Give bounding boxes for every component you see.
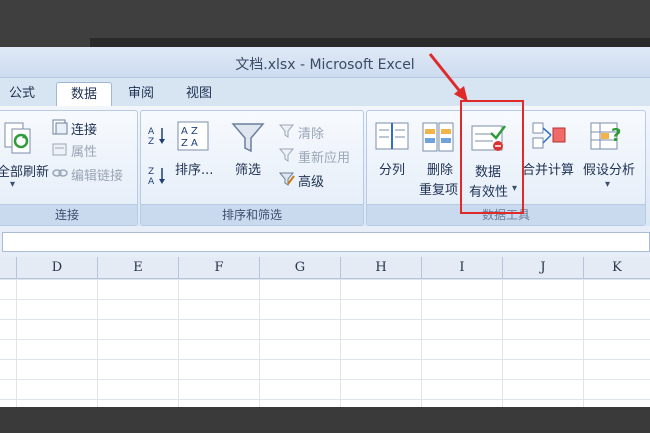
- group-label-connections: 连接: [0, 204, 137, 225]
- tab-data[interactable]: 数据: [56, 82, 112, 107]
- group-connections: 全部刷新 ▾ 连接 属性 编辑链接 连接: [0, 110, 138, 226]
- highlight-box: [460, 100, 524, 214]
- column-header-row: D E F G H I J K: [0, 257, 650, 279]
- edit-links-button[interactable]: 编辑链接: [71, 165, 123, 184]
- sort-descending-icon[interactable]: Z A: [147, 165, 169, 185]
- svg-text:?: ?: [611, 125, 621, 146]
- connections-icon: [52, 119, 68, 135]
- column-header-h[interactable]: H: [341, 257, 422, 278]
- grid-line: [583, 279, 584, 407]
- column-header-i[interactable]: I: [422, 257, 503, 278]
- sort-button[interactable]: 排序...: [175, 159, 213, 178]
- group-sort-filter: A Z Z A A Z Z A 排序... 筛选 清除 重新应用 高级 排序和筛…: [140, 110, 364, 226]
- svg-text:Z: Z: [148, 137, 154, 145]
- window-title: 文档.xlsx - Microsoft Excel: [235, 57, 415, 73]
- svg-text:A: A: [148, 127, 155, 137]
- properties-icon: [52, 143, 67, 156]
- consolidate-icon: [532, 122, 566, 149]
- formula-input[interactable]: [2, 232, 650, 252]
- refresh-all-button[interactable]: 全部刷新: [0, 161, 49, 180]
- reapply-button[interactable]: 重新应用: [298, 147, 350, 166]
- consolidate-button[interactable]: 合并计算: [522, 159, 574, 178]
- column-header-d[interactable]: D: [17, 257, 98, 278]
- connections-button[interactable]: 连接: [71, 119, 97, 138]
- remove-duplicates-icon: [422, 122, 454, 152]
- formula-bar: [0, 226, 650, 257]
- ribbon-tabs: 公式 数据 审阅 视图: [0, 78, 650, 107]
- column-header-g[interactable]: G: [260, 257, 341, 278]
- grid-line: [16, 279, 17, 407]
- column-header-j[interactable]: J: [503, 257, 584, 278]
- svg-text:Z A: Z A: [181, 138, 198, 149]
- ribbon: 全部刷新 ▾ 连接 属性 编辑链接 连接 A Z Z A A Z Z A 排序.…: [0, 106, 650, 227]
- advanced-button[interactable]: 高级: [298, 171, 324, 190]
- column-header-k[interactable]: K: [584, 257, 650, 278]
- what-if-analysis-icon: ?: [590, 122, 621, 150]
- grid-line: [421, 279, 422, 407]
- tab-formulas[interactable]: 公式: [0, 82, 44, 106]
- clear-filter-icon: [279, 124, 295, 138]
- tab-review[interactable]: 审阅: [118, 82, 164, 106]
- text-to-columns-button[interactable]: 分列: [379, 159, 405, 178]
- refresh-all-icon: [4, 122, 31, 154]
- advanced-filter-icon: [279, 172, 295, 186]
- column-header-e[interactable]: E: [98, 257, 179, 278]
- column-header-f[interactable]: F: [179, 257, 260, 278]
- sort-ascending-icon[interactable]: A Z: [147, 125, 169, 145]
- top-dark-band: [0, 0, 650, 47]
- svg-text:A Z: A Z: [181, 126, 198, 137]
- what-if-dropdown-arrow[interactable]: ▾: [605, 179, 610, 190]
- column-header-c-partial[interactable]: [0, 257, 17, 278]
- bottom-dark-band: [0, 407, 650, 433]
- grid-line: [340, 279, 341, 407]
- refresh-dropdown-arrow[interactable]: ▾: [10, 179, 15, 190]
- svg-text:A: A: [148, 177, 155, 185]
- edit-links-icon: [52, 169, 68, 177]
- filter-button[interactable]: 筛选: [235, 159, 261, 178]
- top-dark-inner: [90, 38, 650, 47]
- text-to-columns-icon: [375, 122, 409, 150]
- grid-line: [259, 279, 260, 407]
- grid-line: [178, 279, 179, 407]
- title-bar: 文档.xlsx - Microsoft Excel: [0, 47, 650, 78]
- grid-line: [502, 279, 503, 407]
- group-label-sort-filter: 排序和筛选: [141, 204, 363, 225]
- grid-line: [97, 279, 98, 407]
- what-if-analysis-button[interactable]: 假设分析: [583, 159, 635, 178]
- reapply-icon: [279, 148, 295, 162]
- annotation-arrow: [428, 53, 468, 102]
- tab-view[interactable]: 视图: [176, 82, 222, 106]
- remove-duplicates-label-1[interactable]: 删除: [427, 159, 453, 178]
- properties-button[interactable]: 属性: [71, 141, 97, 160]
- clear-button[interactable]: 清除: [298, 123, 324, 142]
- sort-icon: A Z Z A: [177, 121, 209, 151]
- filter-icon: [231, 123, 265, 153]
- remove-duplicates-label-2[interactable]: 重复项: [419, 179, 458, 198]
- svg-text:Z: Z: [148, 167, 154, 177]
